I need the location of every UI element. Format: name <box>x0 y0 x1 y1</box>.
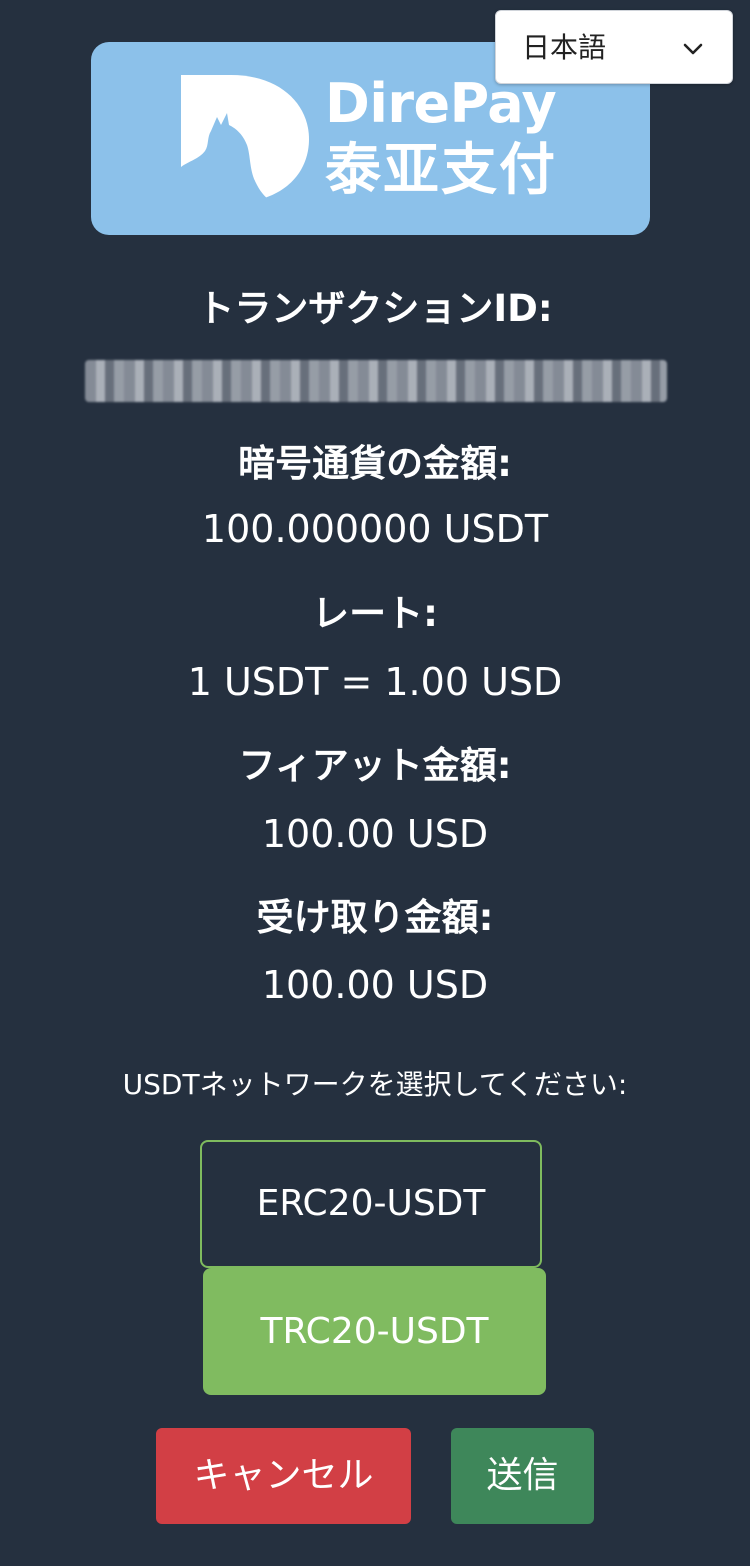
received-amount-value: 100.00 USD <box>261 963 489 1007</box>
crypto-amount-label: 暗号通貨の金額: <box>238 442 512 485</box>
fiat-amount-value: 100.00 USD <box>261 812 489 856</box>
transaction-id-label: トランザクションID: <box>197 287 553 330</box>
crypto-amount-value: 100.000000 USDT <box>201 507 549 551</box>
network-option-erc20[interactable]: ERC20-USDT <box>200 1140 542 1268</box>
logo-subtitle: 泰亚支付 <box>325 138 557 203</box>
received-amount-label: 受け取り金額: <box>256 896 494 939</box>
fiat-amount-label: フィアット金額: <box>238 744 512 787</box>
submit-button[interactable]: 送信 <box>451 1428 594 1524</box>
chevron-down-icon <box>683 43 703 55</box>
cancel-button[interactable]: キャンセル <box>156 1428 411 1524</box>
rate-label: レート: <box>312 592 438 635</box>
language-select-value: 日本語 <box>522 31 607 64</box>
transaction-id-value-blurred <box>85 360 667 402</box>
language-select[interactable]: 日本語 <box>495 10 733 84</box>
network-option-trc20[interactable]: TRC20-USDT <box>203 1268 546 1395</box>
wolf-howling-icon <box>181 75 309 203</box>
rate-value: 1 USDT = 1.00 USD <box>187 660 563 704</box>
network-prompt: USDTネットワークを選択してください: <box>122 1068 628 1101</box>
